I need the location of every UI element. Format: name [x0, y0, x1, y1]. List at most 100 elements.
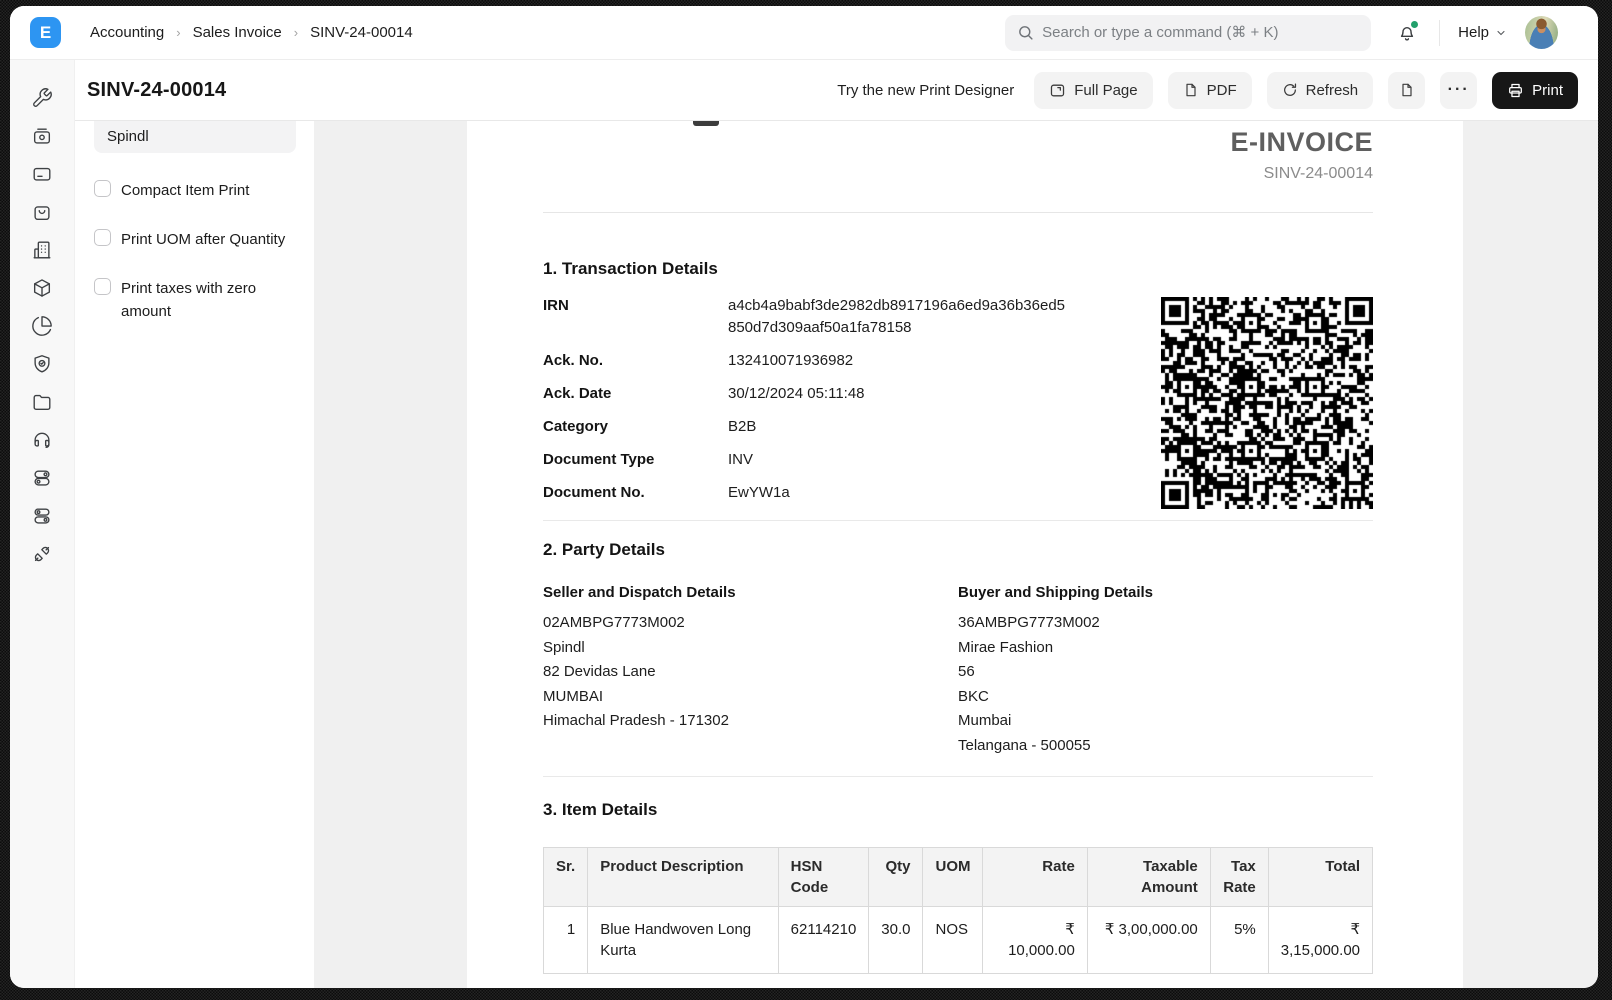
invoice-title: E-INVOICE — [543, 126, 1373, 158]
cash-register-icon[interactable] — [31, 125, 53, 147]
cell-qty: 30.0 — [869, 907, 923, 974]
section-heading: 1. Transaction Details — [543, 257, 1373, 281]
pdf-button[interactable]: PDF — [1168, 72, 1252, 109]
print-uom-checkbox[interactable] — [94, 229, 111, 246]
invoice-page: E-INVOICE SINV-24-00014 1. Transaction D… — [467, 121, 1463, 988]
items-table: Sr. Product Description HSN Code Qty UOM… — [543, 847, 1373, 974]
full-page-label: Full Page — [1074, 82, 1137, 99]
print-zero-taxes-checkbox[interactable] — [94, 278, 111, 295]
breadcrumb-accounting[interactable]: Accounting — [90, 24, 164, 41]
cell-sr: 1 — [544, 907, 588, 974]
user-avatar[interactable] — [1525, 16, 1558, 49]
cell-product: Blue Handwoven Long Kurta — [588, 907, 778, 974]
section-heading: 3. Item Details — [543, 798, 1373, 822]
credit-card-icon[interactable] — [31, 163, 53, 185]
invoice-number: SINV-24-00014 — [543, 163, 1373, 184]
pie-chart-icon[interactable] — [31, 315, 53, 337]
party-details-section: 2. Party Details Seller and Dispatch Det… — [543, 520, 1373, 758]
detail-label: Ack. No. — [543, 350, 728, 372]
detail-label: IRN — [543, 295, 728, 339]
col-rate: Rate — [983, 848, 1087, 907]
buyer-state-pin: Telangana - 500055 — [958, 734, 1373, 759]
help-menu[interactable]: Help — [1458, 24, 1507, 41]
cell-taxable: ₹ 3,00,000.00 — [1087, 907, 1210, 974]
checkbox-label[interactable]: Compact Item Print — [121, 179, 249, 202]
seller-details: Seller and Dispatch Details 02AMBPG7773M… — [543, 582, 958, 758]
detail-label: Document Type — [543, 449, 728, 471]
compact-item-print-option[interactable]: Compact Item Print — [94, 179, 296, 202]
refresh-button[interactable]: Refresh — [1267, 72, 1374, 109]
invoice-header: E-INVOICE SINV-24-00014 — [543, 121, 1373, 184]
col-taxable: Taxable Amount — [1087, 848, 1210, 907]
detail-value: 132410071936982 — [728, 350, 1073, 372]
folder-icon[interactable] — [31, 391, 53, 413]
checkbox-label[interactable]: Print UOM after Quantity — [121, 228, 285, 251]
app-logo[interactable]: E — [30, 17, 61, 48]
seller-state-pin: Himachal Pradesh - 171302 — [543, 709, 958, 734]
print-button[interactable]: Print — [1492, 72, 1578, 109]
topbar-right-cluster: Help — [1005, 15, 1558, 51]
search-input[interactable] — [1042, 24, 1359, 41]
building-icon[interactable] — [31, 239, 53, 261]
seller-address: 82 Devidas Lane — [543, 660, 958, 685]
detail-value: EwYW1a — [728, 482, 1073, 504]
buyer-gstin: 36AMBPG7773M002 — [958, 611, 1373, 636]
detail-value: INV — [728, 449, 1073, 471]
chevron-right-icon: › — [174, 25, 182, 40]
package-icon[interactable] — [31, 277, 53, 299]
breadcrumb-sales-invoice[interactable]: Sales Invoice — [193, 24, 282, 41]
print-zero-taxes-option[interactable]: Print taxes with zero amount — [94, 277, 296, 323]
divider — [1439, 20, 1440, 46]
full-page-button[interactable]: Full Page — [1034, 72, 1152, 109]
col-tax-rate: Tax Rate — [1210, 848, 1268, 907]
seller-gstin: 02AMBPG7773M002 — [543, 611, 958, 636]
headset-icon[interactable] — [31, 429, 53, 451]
col-product: Product Description — [588, 848, 778, 907]
ellipsis-icon: ··· — [1448, 82, 1470, 98]
divider — [543, 212, 1373, 213]
refresh-icon — [1282, 82, 1298, 98]
cell-rate: ₹ 10,000.00 — [983, 907, 1087, 974]
search-icon — [1017, 24, 1034, 41]
cell-uom: NOS — [923, 907, 983, 974]
print-preview-area[interactable]: E-INVOICE SINV-24-00014 1. Transaction D… — [314, 121, 1598, 988]
document-button[interactable] — [1388, 72, 1425, 109]
detail-label: Document No. — [543, 482, 728, 504]
chevron-down-icon — [1495, 27, 1507, 39]
notification-dot — [1411, 21, 1418, 28]
col-qty: Qty — [869, 848, 923, 907]
shield-check-icon[interactable] — [31, 353, 53, 375]
pdf-label: PDF — [1207, 82, 1237, 99]
checkbox-label[interactable]: Print taxes with zero amount — [121, 277, 296, 323]
buyer-address1: 56 — [958, 660, 1373, 685]
print-uom-option[interactable]: Print UOM after Quantity — [94, 228, 296, 251]
cell-tax-rate: 5% — [1210, 907, 1268, 974]
print-designer-link[interactable]: Try the new Print Designer — [837, 82, 1014, 99]
compact-item-print-checkbox[interactable] — [94, 180, 111, 197]
detail-value: 30/12/2024 05:11:48 — [728, 383, 1073, 405]
toggles-icon[interactable] — [31, 467, 53, 489]
shopping-bag-icon[interactable] — [31, 201, 53, 223]
print-format-select[interactable]: Spindl — [94, 121, 296, 153]
pdf-file-icon — [1183, 82, 1199, 98]
chevron-right-icon: › — [292, 25, 300, 40]
detail-value: B2B — [728, 416, 1073, 438]
table-header-row: Sr. Product Description HSN Code Qty UOM… — [544, 848, 1373, 907]
print-label: Print — [1532, 82, 1563, 99]
switches-icon[interactable] — [31, 505, 53, 527]
plug-icon[interactable] — [31, 543, 53, 565]
app-window: E Accounting › Sales Invoice › SINV-24-0… — [10, 6, 1598, 988]
detail-value: a4cb4a9babf3de2982db8917196a6ed9a36b36ed… — [728, 295, 1073, 339]
seller-heading: Seller and Dispatch Details — [543, 582, 958, 604]
breadcrumb-current: SINV-24-00014 — [310, 24, 413, 41]
einvoice-qr-code — [1161, 297, 1373, 509]
page-toolbar: SINV-24-00014 Try the new Print Designer… — [75, 60, 1598, 121]
tools-icon[interactable] — [31, 87, 53, 109]
help-label: Help — [1458, 24, 1489, 41]
refresh-label: Refresh — [1306, 82, 1359, 99]
seller-name: Spindl — [543, 636, 958, 661]
more-options-button[interactable]: ··· — [1440, 72, 1477, 109]
cell-total: ₹ 3,15,000.00 — [1268, 907, 1372, 974]
global-search[interactable] — [1005, 15, 1371, 51]
notifications-button[interactable] — [1397, 23, 1417, 43]
